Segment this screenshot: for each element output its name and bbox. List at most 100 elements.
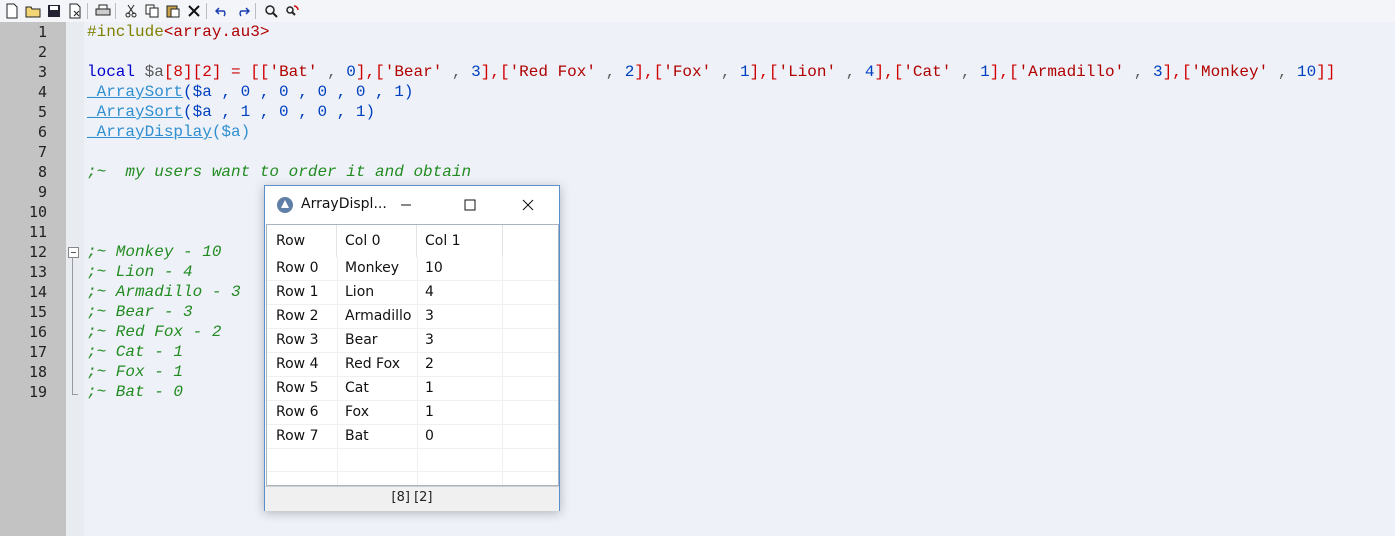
column-header-row[interactable]: Row <box>276 225 305 257</box>
function-args: ($a , 1 , 0 , 0 , 1) <box>183 103 376 121</box>
open-folder-icon[interactable] <box>24 2 42 20</box>
string-literal: 'Armadillo' <box>1018 63 1125 81</box>
cell-col0[interactable]: Bear <box>345 329 378 352</box>
line-number: 2 <box>37 43 47 61</box>
comment-line: ;~ Armadillo - 3 <box>87 283 241 301</box>
line-number: 4 <box>37 83 47 101</box>
cell-col1[interactable]: 1 <box>425 401 434 424</box>
cell-col1[interactable]: 10 <box>425 257 443 280</box>
line-number: 1 <box>37 23 47 41</box>
fold-line <box>72 258 73 394</box>
column-header-col0[interactable]: Col 0 <box>345 225 381 257</box>
fold-collapse-icon[interactable] <box>68 247 79 258</box>
line-number: 9 <box>37 183 47 201</box>
grid-line <box>502 257 503 485</box>
cell-col1[interactable]: 0 <box>425 425 434 448</box>
cell-col0[interactable]: Red Fox <box>345 353 400 376</box>
code-line-declaration: local $a[8][2] = [['Bat' , 0],['Bear' , … <box>87 63 1336 81</box>
grid-line <box>267 448 558 449</box>
function-name: _ArraySort <box>87 83 184 101</box>
string-literal: 'Bear' <box>384 63 443 81</box>
cell-col0[interactable]: Lion <box>345 281 374 304</box>
include-directive: #include <box>87 23 164 41</box>
undo-icon[interactable] <box>213 2 231 20</box>
number-literal: 3 <box>1153 63 1163 81</box>
line-number: 11 <box>28 223 47 241</box>
row-label[interactable]: Row 5 <box>276 377 318 400</box>
redo-icon[interactable] <box>234 2 252 20</box>
cell-col1[interactable]: 4 <box>425 281 434 304</box>
row-label[interactable]: Row 7 <box>276 425 318 448</box>
string-literal: 'Lion' <box>778 63 837 81</box>
window-titlebar[interactable]: ArrayDispl... <box>265 186 559 224</box>
number-literal: 2 <box>624 63 635 81</box>
column-header-col1[interactable]: Col 1 <box>425 225 461 257</box>
row-label[interactable]: Row 0 <box>276 257 318 280</box>
new-file-icon[interactable] <box>3 2 21 20</box>
variable: $a <box>144 63 164 81</box>
cell-col0[interactable]: Monkey <box>345 257 399 280</box>
app-icon <box>277 197 293 213</box>
replace-icon[interactable] <box>283 2 301 20</box>
find-icon[interactable] <box>262 2 280 20</box>
grid-line <box>337 257 338 485</box>
minimize-button[interactable] <box>383 186 429 224</box>
string-literal: 'Cat' <box>903 63 952 81</box>
fold-margin <box>66 22 84 536</box>
keyword: local <box>87 63 136 81</box>
header-separator <box>416 225 417 257</box>
string-literal: 'Red Fox' <box>509 63 596 81</box>
function-name: _ArrayDisplay <box>87 123 212 141</box>
line-number: 14 <box>28 283 47 301</box>
line-number: 13 <box>28 263 47 281</box>
line-number-gutter: 1 2 3 4 5 6 7 8 9 10 11 12 13 14 15 16 1… <box>0 22 66 536</box>
number-literal: 0 <box>346 63 356 81</box>
row-label[interactable]: Row 1 <box>276 281 318 304</box>
row-label[interactable]: Row 6 <box>276 401 318 424</box>
print-icon[interactable] <box>94 2 112 20</box>
line-number: 5 <box>37 103 47 121</box>
line-number: 6 <box>37 123 47 141</box>
save-icon[interactable] <box>45 2 63 20</box>
code-line-include: #include<array.au3> <box>87 22 269 42</box>
array-open: [[ <box>250 63 270 81</box>
string-literal: 'Fox' <box>663 63 712 81</box>
comment-line: ;~ Bat - 0 <box>87 383 184 401</box>
cell-col0[interactable]: Bat <box>345 425 369 448</box>
cell-col0[interactable]: Armadillo <box>345 305 411 328</box>
cell-col1[interactable]: 2 <box>425 353 434 376</box>
array-list-view[interactable]: Row Col 0 Col 1 Row 0 Monkey 10 Row 1 Li… <box>266 224 559 486</box>
cut-icon[interactable] <box>122 2 140 20</box>
include-path: <array.au3> <box>163 23 270 41</box>
close-file-icon[interactable] <box>66 2 84 20</box>
cell-col0[interactable]: Fox <box>345 401 369 424</box>
dim-1: [8] <box>163 63 193 81</box>
line-number: 19 <box>28 383 47 401</box>
line-number: 12 <box>28 243 47 261</box>
paste-icon[interactable] <box>164 2 182 20</box>
toolbar-separator <box>115 3 116 19</box>
grid-line <box>417 257 418 485</box>
code-line-sort-2: _ArraySort($a , 1 , 0 , 0 , 1) <box>87 102 375 122</box>
fold-end <box>72 394 78 395</box>
assign-op: = <box>221 63 251 81</box>
line-number: 7 <box>37 143 47 161</box>
cell-col1[interactable]: 3 <box>425 305 434 328</box>
row-label[interactable]: Row 3 <box>276 329 318 352</box>
header-separator <box>502 225 503 257</box>
line-number: 18 <box>28 363 47 381</box>
cell-col0[interactable]: Cat <box>345 377 369 400</box>
function-name: _ArraySort <box>87 103 184 121</box>
close-button[interactable] <box>505 186 551 224</box>
row-label[interactable]: Row 4 <box>276 353 318 376</box>
delete-icon[interactable] <box>185 2 203 20</box>
row-label[interactable]: Row 2 <box>276 305 318 328</box>
copy-icon[interactable] <box>143 2 161 20</box>
maximize-button[interactable] <box>447 186 493 224</box>
comment-line: ;~ Monkey - 10 <box>87 243 222 261</box>
cell-col1[interactable]: 1 <box>425 377 434 400</box>
cell-col1[interactable]: 3 <box>425 329 434 352</box>
array-size-status: [8] [2] <box>265 486 559 511</box>
comment-line: ;~ Fox - 1 <box>87 363 184 381</box>
toolbar-separator <box>87 3 88 19</box>
